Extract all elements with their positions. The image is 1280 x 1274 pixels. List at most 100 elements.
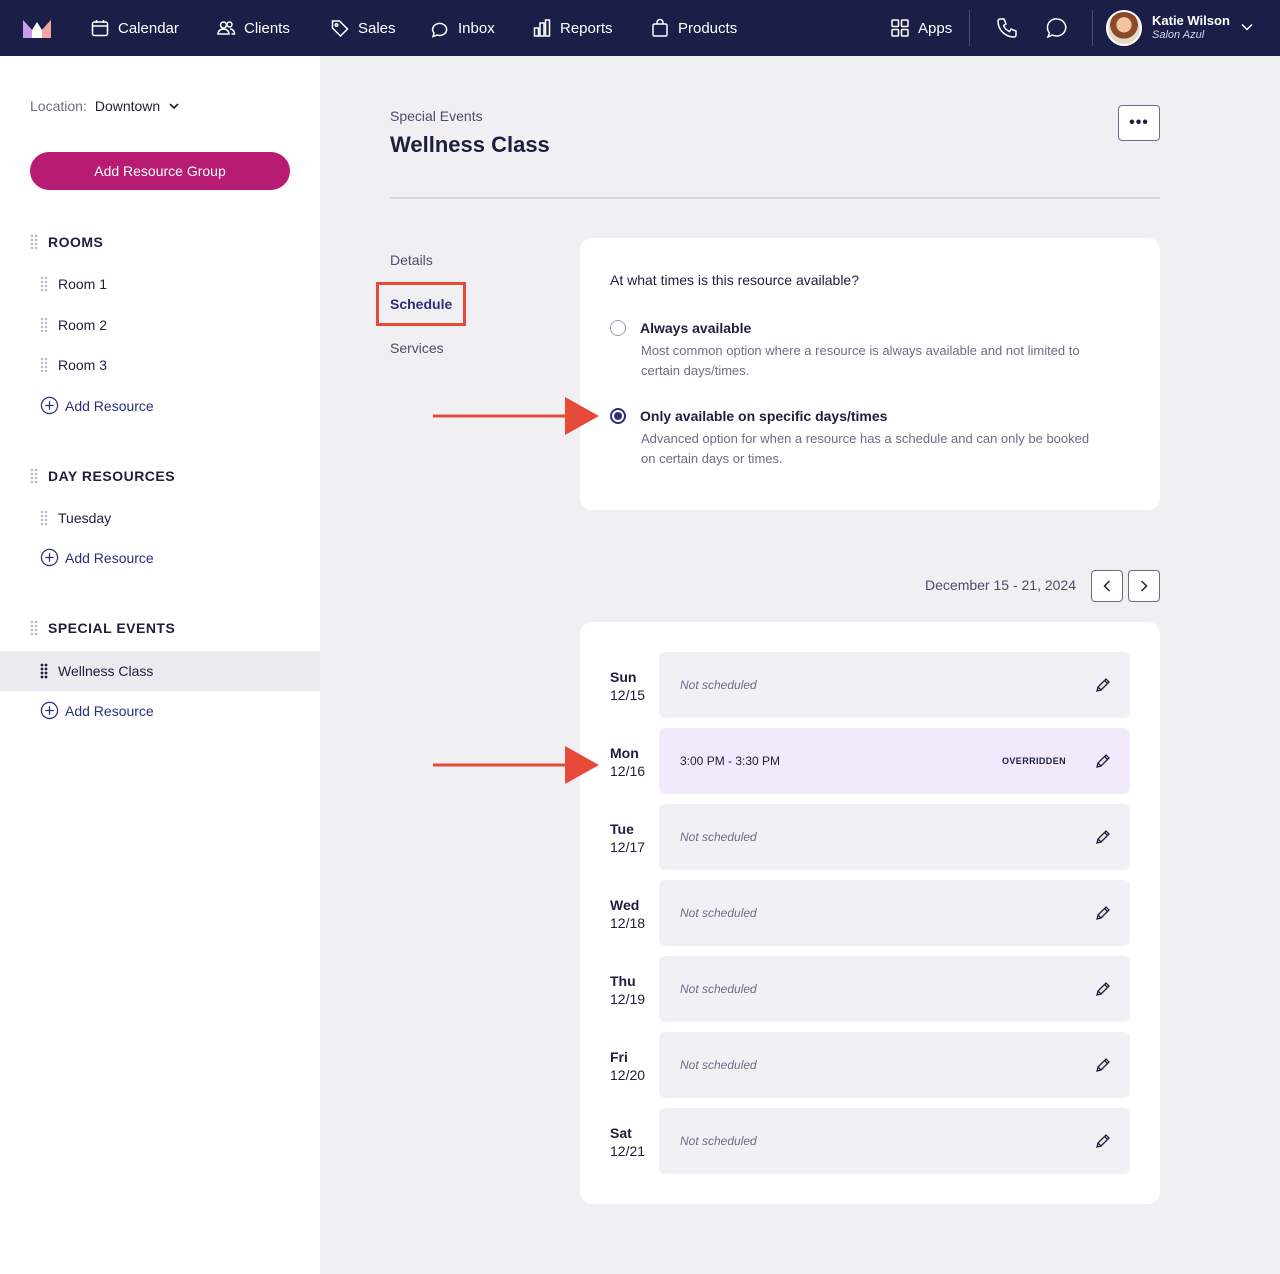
- pencil-icon[interactable]: [1094, 904, 1112, 922]
- chevron-down-icon: [169, 103, 179, 110]
- nav-inbox-label: Inbox: [458, 19, 495, 37]
- pencil-icon[interactable]: [1094, 752, 1112, 770]
- more-options-button[interactable]: •••: [1118, 105, 1160, 141]
- day-date: 12/18: [610, 915, 646, 931]
- chevron-left-icon: [1103, 580, 1111, 592]
- add-resource-button[interactable]: Add Resource: [40, 548, 154, 567]
- nav-calendar-label: Calendar: [118, 19, 179, 37]
- day-date: 12/16: [610, 763, 646, 779]
- plus-circle-icon: [40, 701, 59, 720]
- chevron-down-icon[interactable]: [1240, 20, 1254, 34]
- drag-handle-icon[interactable]: [30, 234, 38, 250]
- day-name: Mon: [610, 745, 639, 761]
- overridden-badge: OVERRIDDEN: [1001, 756, 1066, 766]
- inbox-icon: [431, 22, 448, 38]
- section-title: ROOMS: [48, 234, 104, 250]
- day-date: 12/19: [610, 991, 646, 1007]
- pencil-icon[interactable]: [1094, 980, 1112, 998]
- nav-apps[interactable]: Apps: [890, 0, 952, 56]
- location-label: Location:: [30, 98, 87, 114]
- section-day-resources[interactable]: DAY RESOURCES: [30, 468, 175, 484]
- schedule-slot[interactable]: Not scheduled: [659, 956, 1130, 1022]
- availability-question: At what times is this resource available…: [610, 272, 859, 288]
- drag-handle-icon[interactable]: [40, 510, 48, 526]
- brand-logo-icon[interactable]: [22, 18, 52, 38]
- day-label: Sun 12/15: [610, 668, 645, 704]
- slot-text: 3:00 PM - 3:30 PM: [680, 754, 781, 768]
- section-special-events[interactable]: SPECIAL EVENTS: [30, 620, 175, 636]
- pencil-icon[interactable]: [1094, 1056, 1112, 1074]
- chart-icon: [533, 19, 551, 37]
- previous-week-button[interactable]: [1091, 570, 1123, 602]
- radio-specific-days[interactable]: [610, 408, 626, 424]
- day-label: Mon 12/16: [610, 744, 645, 780]
- radio-always-available[interactable]: [610, 320, 626, 336]
- section-rooms[interactable]: ROOMS: [30, 234, 103, 250]
- sidebar-item-label: Room 2: [58, 317, 108, 333]
- drag-handle-icon[interactable]: [40, 663, 48, 679]
- drag-handle-icon[interactable]: [40, 276, 48, 292]
- breadcrumb[interactable]: Special Events: [390, 108, 483, 124]
- annotation-arrow-icon: [433, 397, 599, 435]
- chat-icon[interactable]: [1045, 16, 1069, 40]
- location-selector[interactable]: Location: Downtown: [30, 98, 180, 114]
- nav-products-label: Products: [678, 19, 738, 37]
- sidebar-item-tuesday[interactable]: Tuesday: [0, 498, 320, 538]
- nav-clients-label: Clients: [244, 19, 290, 37]
- schedule-slot[interactable]: Not scheduled: [659, 652, 1130, 718]
- user-menu[interactable]: Katie Wilson Salon Azul: [1106, 10, 1230, 46]
- option-title[interactable]: Only available on specific days/times: [640, 408, 887, 424]
- option-description: Most common option where a resource is a…: [641, 343, 1080, 378]
- schedule-slot[interactable]: Not scheduled: [659, 804, 1130, 870]
- day-name: Tue: [610, 821, 634, 837]
- drag-handle-icon[interactable]: [40, 357, 48, 373]
- nav-calendar[interactable]: Calendar: [90, 0, 179, 56]
- tab-services[interactable]: Services: [390, 340, 444, 356]
- drag-handle-icon[interactable]: [40, 317, 48, 333]
- nav-sales[interactable]: Sales: [330, 0, 396, 56]
- slot-text: Not scheduled: [680, 1134, 757, 1148]
- nav-apps-label: Apps: [918, 19, 953, 37]
- nav-inbox[interactable]: Inbox: [430, 0, 495, 56]
- day-date: 12/21: [610, 1143, 646, 1159]
- day-label: Fri 12/20: [610, 1048, 645, 1084]
- add-resource-label: Add Resource: [65, 702, 154, 719]
- schedule-slot[interactable]: Not scheduled: [659, 1032, 1130, 1098]
- tab-details[interactable]: Details: [390, 252, 433, 268]
- nav-divider: [1092, 10, 1093, 46]
- apps-grid-icon: [891, 19, 909, 37]
- schedule-slot[interactable]: Not scheduled: [659, 1108, 1130, 1174]
- day-name: Sat: [610, 1125, 632, 1141]
- sidebar-item-room-3[interactable]: Room 3: [0, 345, 320, 385]
- drag-handle-icon[interactable]: [30, 468, 38, 484]
- sidebar-item-room-1[interactable]: Room 1: [0, 264, 320, 304]
- pencil-icon[interactable]: [1094, 828, 1112, 846]
- slot-text: Not scheduled: [680, 1058, 757, 1072]
- user-subtitle: Salon Azul: [1152, 29, 1205, 42]
- drag-handle-icon[interactable]: [30, 620, 38, 636]
- top-nav: Calendar Clients Sales Inbox Reports Pro…: [0, 0, 1280, 56]
- add-resource-group-button[interactable]: Add Resource Group: [30, 152, 290, 190]
- next-week-button[interactable]: [1128, 570, 1160, 602]
- pencil-icon[interactable]: [1094, 1132, 1112, 1150]
- sidebar-item-wellness-class[interactable]: Wellness Class: [0, 651, 320, 691]
- add-resource-button[interactable]: Add Resource: [40, 701, 154, 720]
- schedule-slot-overridden[interactable]: 3:00 PM - 3:30 PM OVERRIDDEN: [659, 728, 1130, 794]
- pencil-icon[interactable]: [1094, 676, 1112, 694]
- option-title[interactable]: Always available: [640, 320, 751, 336]
- plus-circle-icon: [40, 396, 59, 415]
- sidebar-item-label: Tuesday: [58, 510, 112, 526]
- add-resource-button[interactable]: Add Resource: [40, 396, 154, 415]
- sidebar-item-room-2[interactable]: Room 2: [0, 305, 320, 345]
- plus-circle-icon: [40, 548, 59, 567]
- avatar: [1106, 10, 1142, 46]
- phone-icon[interactable]: [995, 16, 1019, 40]
- add-resource-label: Add Resource: [65, 549, 154, 566]
- day-name: Sun: [610, 669, 637, 685]
- nav-clients[interactable]: Clients: [216, 0, 290, 56]
- nav-products[interactable]: Products: [650, 0, 737, 56]
- day-label: Sat 12/21: [610, 1124, 645, 1160]
- day-name: Thu: [610, 973, 636, 989]
- schedule-slot[interactable]: Not scheduled: [659, 880, 1130, 946]
- nav-reports[interactable]: Reports: [532, 0, 613, 56]
